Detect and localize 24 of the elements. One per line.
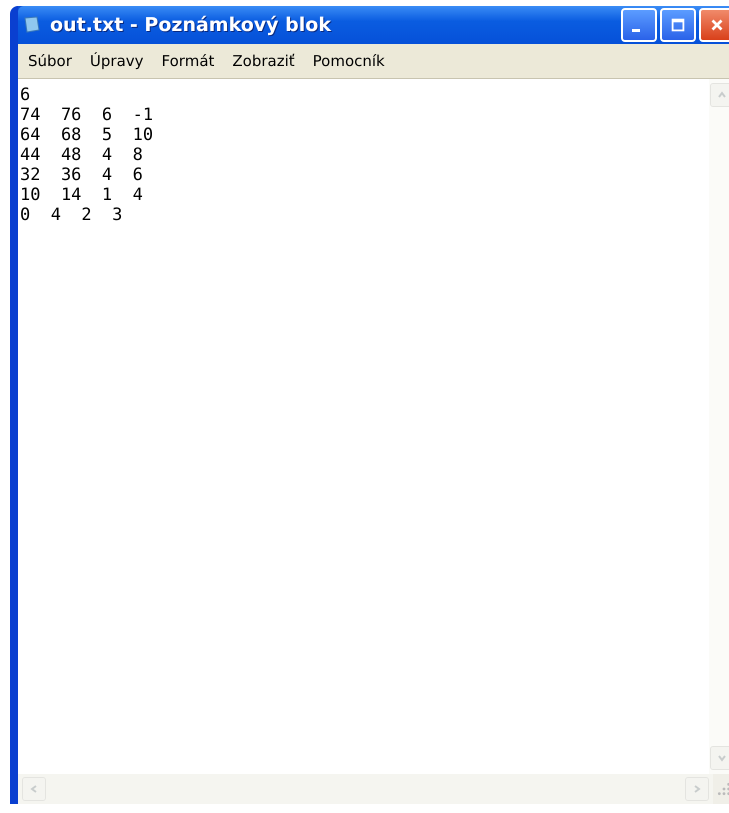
menu-item[interactable]: Súbor <box>28 52 72 70</box>
menu-item[interactable]: Pomocník <box>312 52 385 70</box>
text-line: 6 <box>20 85 32 105</box>
window-title: out.txt - Poznámkový blok <box>50 14 331 36</box>
text-line: 32 36 4 6 <box>20 165 144 185</box>
menu-item[interactable]: Formát <box>162 52 214 70</box>
text-line: 64 68 5 10 <box>20 125 154 145</box>
maximize-icon <box>669 16 687 34</box>
scroll-down-button[interactable] <box>710 746 729 770</box>
resize-grip-icon[interactable] <box>717 782 729 796</box>
menu-item[interactable]: Úpravy <box>90 52 144 70</box>
scroll-left-button[interactable] <box>22 777 46 801</box>
minimize-button[interactable] <box>621 8 657 42</box>
close-button[interactable] <box>699 8 729 42</box>
text-line: 0 4 2 3 <box>20 205 124 225</box>
menu-item[interactable]: Zobraziť <box>232 52 295 70</box>
text-line: 74 76 6 -1 <box>20 105 154 125</box>
maximize-button[interactable] <box>660 8 696 42</box>
text-line: 44 48 4 8 <box>20 145 144 165</box>
notepad-icon <box>22 15 42 35</box>
minimize-icon <box>632 28 640 32</box>
text-line: 10 14 1 4 <box>20 185 144 205</box>
scroll-up-button[interactable] <box>710 83 729 107</box>
scroll-right-button[interactable] <box>685 777 709 801</box>
